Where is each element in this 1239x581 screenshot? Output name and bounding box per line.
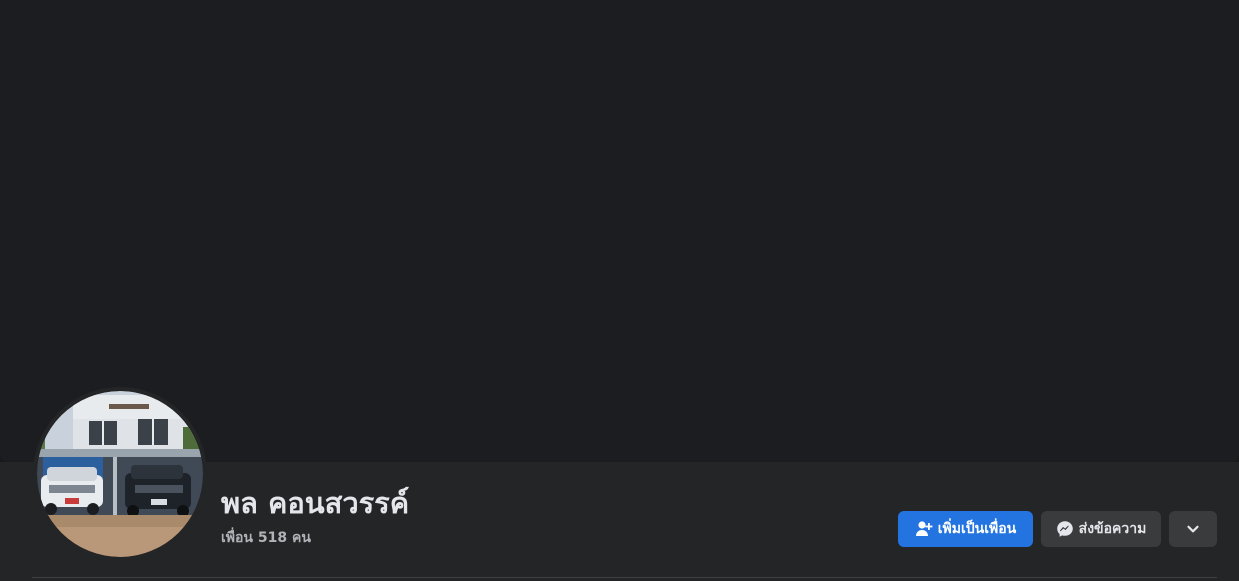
friends-count-link[interactable]: เพื่อน 518 คน bbox=[221, 528, 311, 548]
avatar-photo bbox=[33, 387, 207, 561]
messenger-icon bbox=[1056, 520, 1074, 538]
profile-name: พล คอนสวรรค์ bbox=[221, 486, 410, 520]
add-friend-label: เพิ่มเป็นเพื่อน bbox=[937, 521, 1017, 537]
cover-photo-area bbox=[0, 0, 1239, 462]
send-message-label: ส่งข้อความ bbox=[1078, 521, 1147, 537]
more-options-button[interactable] bbox=[1169, 511, 1217, 547]
header-divider bbox=[32, 577, 1217, 578]
add-friend-icon bbox=[915, 520, 933, 538]
chevron-down-icon bbox=[1184, 520, 1202, 538]
add-friend-button[interactable]: เพิ่มเป็นเพื่อน bbox=[898, 511, 1033, 547]
send-message-button[interactable]: ส่งข้อความ bbox=[1041, 511, 1161, 547]
profile-page: พล คอนสวรรค์ เพื่อน 518 คน เพิ่มเป็นเพื่… bbox=[0, 0, 1239, 581]
profile-avatar[interactable] bbox=[33, 387, 207, 561]
